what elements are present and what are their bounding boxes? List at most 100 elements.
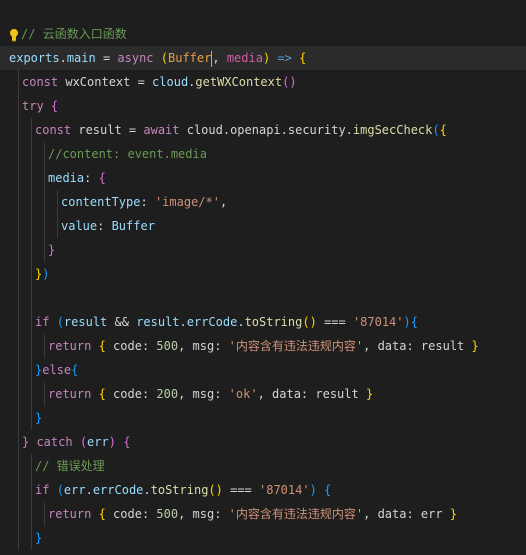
code-token: return <box>48 507 92 521</box>
code-token: err <box>87 435 109 449</box>
code-token: , msg: <box>178 507 229 521</box>
code-token: { <box>98 339 106 353</box>
code-line[interactable]: // 云函数入口函数 <box>0 22 526 46</box>
code-token: . <box>59 51 67 65</box>
code-line[interactable]: }) <box>0 262 526 286</box>
indent-guide <box>9 118 22 142</box>
indent-guide <box>22 142 35 166</box>
code-token: ( <box>56 315 64 329</box>
code-token: === <box>316 315 353 329</box>
indent-guide <box>22 334 35 358</box>
code-token: Buffer <box>111 219 155 233</box>
code-line[interactable]: const wxContext = cloud.getWXContext() <box>0 70 526 94</box>
indent-guide <box>9 526 22 550</box>
indent-guide <box>35 382 48 406</box>
indent-guide <box>9 310 22 334</box>
code-token: code: <box>105 387 157 401</box>
code-token: => <box>270 51 300 65</box>
code-line[interactable]: contentType: 'image/*', <box>0 190 526 214</box>
code-line[interactable]: }else{ <box>0 358 526 382</box>
code-line[interactable]: value: Buffer <box>0 214 526 238</box>
code-token: return <box>48 339 92 353</box>
indent-guide <box>22 382 35 406</box>
indent-guide <box>22 190 35 214</box>
code-line[interactable]: if (result && result.errCode.toString() … <box>0 310 526 334</box>
indent-guide <box>9 94 22 118</box>
indent-guide <box>9 142 22 166</box>
indent-guide <box>35 166 48 190</box>
code-line[interactable]: return { code: 500, msg: '内容含有违法违规内容', d… <box>0 334 526 358</box>
code-token: : <box>97 219 112 233</box>
code-token: if <box>35 315 50 329</box>
code-token: code: <box>105 339 157 353</box>
indent-guide <box>22 118 35 142</box>
code-token: ( <box>160 51 168 65</box>
indent-guide <box>22 454 35 478</box>
code-token: code: <box>105 507 157 521</box>
code-token: ( <box>56 483 64 497</box>
code-line[interactable]: if (err.errCode.toString() === '87014') … <box>0 478 526 502</box>
code-token: 500 <box>156 339 179 353</box>
code-token: ) <box>42 267 50 281</box>
code-line[interactable]: } <box>0 238 526 262</box>
code-token: contentType <box>61 195 141 209</box>
code-token: catch <box>29 435 80 449</box>
code-token: && <box>107 315 137 329</box>
code-line[interactable]: // 错误处理 <box>0 454 526 478</box>
code-line[interactable]: exports.main = async (Buffer, media) => … <box>0 46 526 70</box>
indent-guide <box>35 238 48 262</box>
code-line[interactable]: //content: event.media <box>0 142 526 166</box>
code-token: ) <box>108 435 116 449</box>
code-token: { <box>98 171 106 185</box>
code-token: () <box>282 75 297 89</box>
code-token: value <box>61 219 98 233</box>
code-line[interactable] <box>0 286 526 310</box>
code-token: '87014' <box>259 483 310 497</box>
code-token: //content: event.media <box>48 147 207 161</box>
code-token: media <box>226 51 263 65</box>
code-token: } <box>35 411 43 425</box>
code-token: { <box>324 483 332 497</box>
code-line[interactable]: return { code: 200, msg: 'ok', data: res… <box>0 382 526 406</box>
indent-guide <box>9 70 22 94</box>
code-token: { <box>299 51 307 65</box>
lightbulb-icon[interactable] <box>9 28 19 42</box>
code-line[interactable]: media: { <box>0 166 526 190</box>
code-line[interactable]: const result = await cloud.openapi.secur… <box>0 118 526 142</box>
code-token: 'ok' <box>228 387 258 401</box>
code-token: , <box>219 195 228 209</box>
code-token: } <box>471 339 479 353</box>
code-token: , data: err <box>363 507 450 521</box>
indent-guide <box>48 214 61 238</box>
code-line[interactable]: try { <box>0 94 526 118</box>
code-token: 'image/*' <box>154 195 220 209</box>
indent-guide <box>22 214 35 238</box>
code-token: result <box>63 315 108 329</box>
indent-guide <box>9 214 22 238</box>
indent-guide <box>35 502 48 526</box>
code-token: } <box>365 387 374 401</box>
code-token: result.errCode. <box>136 315 245 329</box>
code-token: wxContext = <box>58 75 153 89</box>
code-token: === <box>222 483 259 497</box>
indent-guide <box>9 478 22 502</box>
indent-guide <box>35 142 48 166</box>
code-token: return <box>48 387 92 401</box>
code-line[interactable]: } catch (err) { <box>0 430 526 454</box>
code-token: const <box>22 75 59 89</box>
code-token: toString <box>244 315 303 329</box>
code-line[interactable]: } <box>0 526 526 550</box>
code-token: cloud.openapi.security. <box>179 123 353 137</box>
code-editor[interactable]: // 云函数入口函数 exports.main = async (Buffer, … <box>0 0 526 555</box>
code-token: getWXContext <box>195 75 283 89</box>
code-line[interactable]: } <box>0 406 526 430</box>
code-line[interactable]: return { code: 500, msg: '内容含有违法违规内容', d… <box>0 502 526 526</box>
indent-guide <box>22 502 35 526</box>
code-token: result = <box>71 123 144 137</box>
indent-guide <box>9 238 22 262</box>
code-token: } <box>48 243 56 257</box>
